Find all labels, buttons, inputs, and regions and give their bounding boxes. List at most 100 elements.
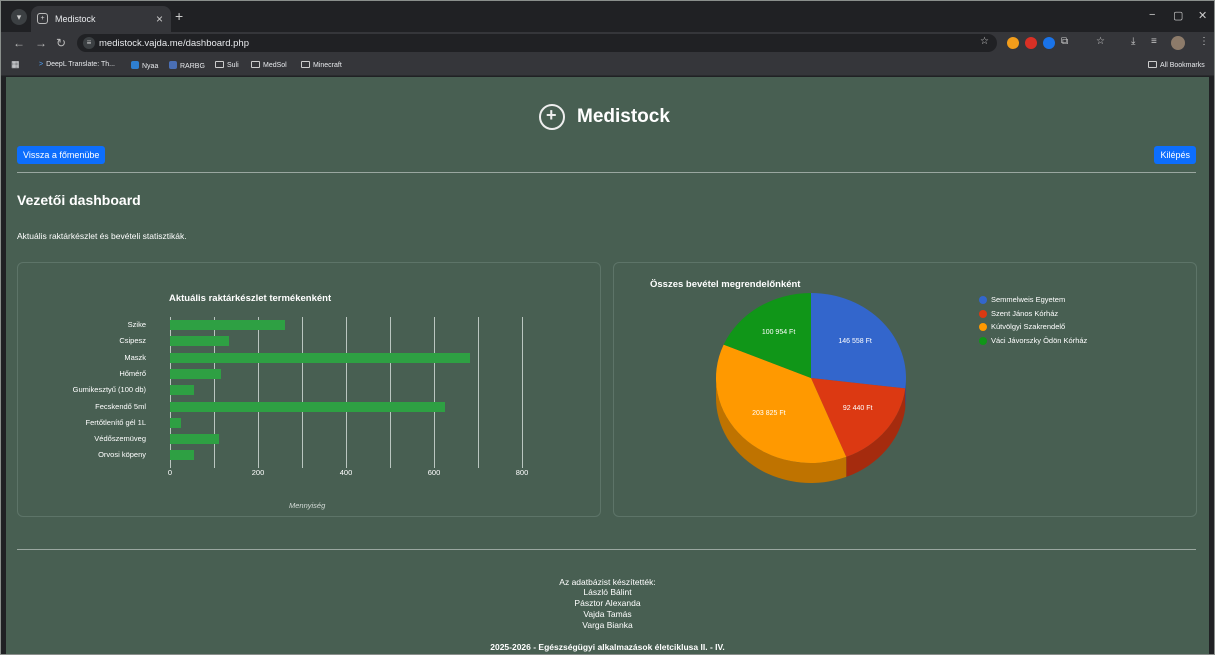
author-name: Pásztor Alexanda [574, 598, 641, 608]
folder-icon [1148, 61, 1157, 68]
footer-divider [17, 549, 1196, 550]
browser-window: ▾ + Medistock × + − ▢ ✕ ← → ↻ ≡ medistoc… [0, 0, 1215, 655]
reload-icon[interactable]: ↻ [56, 36, 66, 50]
bookmarks-icon[interactable]: ☆ [1096, 36, 1105, 47]
back-icon[interactable]: ← [13, 36, 25, 50]
bar-label: Védőszemüveg [94, 434, 146, 444]
deepl-icon: > [39, 61, 44, 68]
close-window-icon[interactable]: ✕ [1198, 9, 1207, 22]
pie-slice-label: 92 440 Ft [843, 405, 873, 412]
bookmark-minecraft[interactable]: Minecraft [301, 61, 342, 69]
brand: Medistock [539, 104, 670, 130]
bar-label: Hőmérő [119, 368, 146, 378]
stock-chart-card: Aktuális raktárkészlet termékenként Szik… [17, 262, 601, 517]
credits-title: Az adatbázist készítették: [559, 577, 656, 587]
bookmark-medsol[interactable]: MedSol [251, 61, 287, 69]
address-bar[interactable]: ≡ medistock.vajda.me/dashboard.php ☆ [77, 34, 997, 52]
legend-swatch [979, 309, 987, 318]
tick-label: 0 [167, 468, 173, 477]
minimize-icon[interactable]: − [1149, 9, 1155, 21]
bookmark-deepl[interactable]: > DeepL Translate: Th... [39, 61, 115, 68]
legend-item: Kútvölgyi Szakrendelő [979, 322, 1065, 331]
tick-label: 800 [515, 468, 529, 477]
bar-label: Csipesz [119, 336, 146, 346]
bookmark-rarbg[interactable]: RARBG [169, 61, 205, 70]
extensions-puzzle-icon[interactable]: ⧉ [1061, 36, 1068, 47]
legend-item: Szent János Kórház [979, 309, 1058, 318]
author-name: Varga Bianka [582, 620, 633, 630]
bar [170, 336, 230, 347]
tick-label: 600 [427, 468, 441, 477]
bar-label: Szike [127, 320, 146, 329]
bar-label: Fertőtlenítő gél 1L [85, 417, 146, 427]
extension-icon[interactable] [1007, 37, 1019, 49]
pie-slice-label: 146 558 Ft [838, 338, 872, 345]
bar [170, 401, 445, 412]
stock-bar-chart: Szike Csipesz Maszk Hőmérő Gumikesztyű (100 … [18, 263, 600, 516]
bar [170, 368, 221, 379]
bar-label: Fecskendő 5ml [95, 401, 146, 411]
legend-swatch [979, 336, 987, 345]
apps-icon[interactable]: ▦ [11, 59, 20, 70]
bar [170, 385, 195, 396]
folder-icon [215, 61, 224, 68]
restore-icon[interactable]: ▢ [1173, 9, 1183, 22]
tab-strip: ▾ + Medistock × + − ▢ ✕ [1, 1, 1214, 32]
bar-label: Gumikesztyű (100 db) [72, 385, 146, 395]
back-to-main-menu-button[interactable]: Vissza a főmenübe [17, 146, 106, 164]
bar [170, 450, 195, 461]
course-title: 2025-2026 - Egészségügyi alkalmazások él… [490, 642, 725, 652]
gridline [522, 317, 523, 468]
download-icon[interactable]: ⤓ [1131, 36, 1135, 47]
tab-title: Medistock [55, 14, 96, 24]
author-name: Vajda Tamás [583, 609, 632, 619]
page-title: Vezetői dashboard [17, 192, 141, 208]
gridline [302, 317, 303, 468]
extension-icon[interactable] [1043, 37, 1055, 49]
page-subtitle: Aktuális raktárkészlet és bevételi stati… [17, 231, 187, 241]
gridline [258, 317, 259, 468]
tick-label: 400 [339, 468, 353, 477]
bar-label: Maszk [124, 352, 146, 362]
bookmarks-bar: ▦ > DeepL Translate: Th... Nyaa RARBG Sul… [1, 54, 1214, 76]
close-tab-icon[interactable]: × [156, 12, 163, 26]
bar-label: Orvosi köpeny [98, 450, 146, 460]
bookmark-star-icon[interactable]: ☆ [980, 36, 989, 47]
url-text: medistock.vajda.me/dashboard.php [99, 38, 249, 49]
gridline [346, 317, 347, 468]
pie-slice-label: 100 954 Ft [762, 329, 796, 336]
bar [170, 320, 286, 330]
bookmark-nyaa[interactable]: Nyaa [131, 61, 158, 70]
revenue-chart-card: Összes bevétel megrendelőnként 146 558 F… [613, 262, 1197, 517]
folder-icon [251, 61, 260, 68]
gridline [478, 317, 479, 468]
forward-icon[interactable]: → [35, 36, 47, 50]
medistock-logo-icon [539, 104, 565, 130]
x-axis-label: Mennyiség [289, 501, 326, 510]
revenue-chart-title: Összes bevétel megrendelőnként [650, 279, 801, 290]
media-icon[interactable]: ≡ [1151, 36, 1157, 47]
gridline [390, 317, 391, 468]
folder-icon [301, 61, 310, 68]
rarbg-icon [169, 61, 177, 69]
site-info-icon[interactable]: ≡ [83, 37, 95, 49]
logout-button[interactable]: Kilépés [1154, 146, 1196, 164]
browser-toolbar: ← → ↻ ≡ medistock.vajda.me/dashboard.php… [1, 32, 1214, 54]
legend-item: Váci Jávorszky Ödön Kórház [979, 336, 1087, 345]
bar [170, 352, 471, 363]
gridline [434, 317, 435, 468]
adblock-icon[interactable] [1025, 37, 1037, 49]
profile-avatar[interactable] [1171, 36, 1185, 50]
bookmark-suli[interactable]: Suli [215, 61, 239, 69]
bar [170, 417, 181, 428]
tab-medistock[interactable]: + Medistock × [31, 6, 171, 32]
divider [17, 172, 1196, 173]
author-name: László Bálint [583, 587, 632, 597]
new-tab-icon[interactable]: + [175, 8, 183, 24]
revenue-pie-chart: 146 558 Ft 92 440 Ft 203 825 Ft 100 954 Ft [716, 293, 906, 483]
all-bookmarks[interactable]: All Bookmarks [1148, 61, 1205, 69]
legend-swatch [979, 295, 987, 304]
tab-search-icon[interactable]: ▾ [11, 9, 27, 25]
menu-icon[interactable]: ⋮ [1199, 36, 1209, 47]
page-content: Medistock Vissza a főmenübe Kilépés Veze… [6, 77, 1209, 654]
